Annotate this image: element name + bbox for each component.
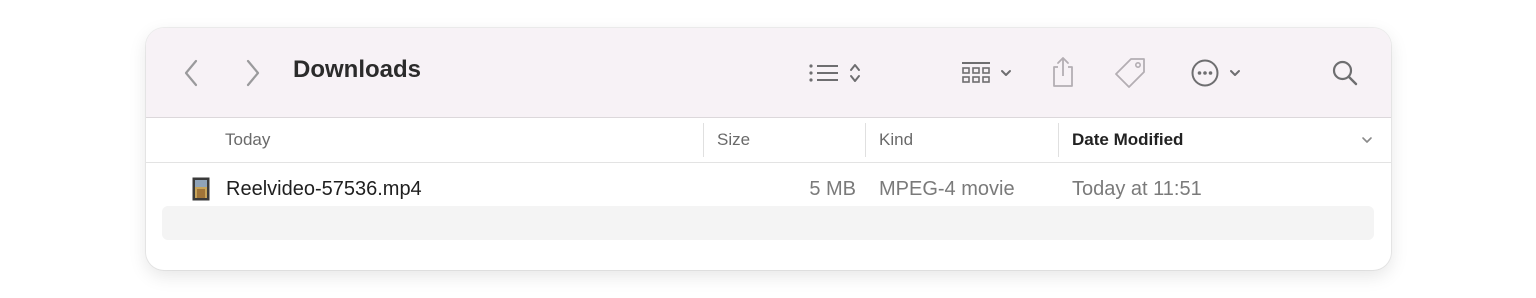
column-name-label: Today — [225, 130, 271, 149]
column-date-label: Date Modified — [1072, 130, 1184, 149]
search-icon — [1332, 60, 1358, 86]
chevron-left-icon — [184, 59, 198, 87]
ellipsis-circle-icon — [1191, 59, 1218, 87]
file-kind: MPEG-4 movie — [879, 177, 1015, 200]
column-kind[interactable]: Kind — [879, 118, 1049, 162]
tag-icon — [1115, 58, 1145, 88]
toolbar: Downloads — [146, 28, 1391, 118]
group-button[interactable] — [954, 56, 1018, 90]
empty-row — [162, 206, 1374, 240]
column-divider[interactable] — [1058, 123, 1059, 157]
column-header: Today Size Kind Date Modified — [146, 118, 1391, 163]
file-name-cell: Reelvideo-57536.mp4 — [192, 172, 692, 206]
column-kind-label: Kind — [879, 130, 914, 149]
column-size[interactable]: Size — [717, 118, 867, 162]
column-divider[interactable] — [865, 123, 866, 157]
back-button[interactable] — [176, 56, 206, 90]
more-actions-button[interactable] — [1184, 55, 1246, 91]
chevron-down-icon — [1001, 70, 1011, 76]
column-size-label: Size — [717, 130, 751, 149]
group-grid-icon — [962, 62, 990, 83]
share-icon — [1053, 57, 1073, 87]
file-size: 5 MB — [809, 177, 856, 200]
file-row[interactable]: Reelvideo-57536.mp4 5 MB MPEG-4 movie To… — [162, 172, 1374, 206]
file-name: Reelvideo-57536.mp4 — [226, 177, 422, 200]
list-view-icon — [809, 64, 838, 82]
share-button[interactable] — [1046, 52, 1080, 92]
updown-chevron-icon — [850, 64, 860, 82]
file-date: Today at 11:51 — [1072, 177, 1202, 200]
forward-button[interactable] — [238, 56, 268, 90]
view-mode-button[interactable] — [802, 56, 868, 90]
finder-window: Downloads Today Size Kind Date Modified … — [146, 28, 1391, 270]
chevron-down-icon — [1362, 137, 1372, 143]
column-name[interactable]: Today — [225, 118, 695, 162]
window-title: Downloads — [293, 56, 422, 83]
chevron-down-icon — [1229, 70, 1240, 76]
column-date-modified[interactable]: Date Modified — [1072, 118, 1372, 162]
sort-chevron-icon[interactable] — [1360, 134, 1374, 146]
search-button[interactable] — [1328, 56, 1362, 90]
chevron-right-icon — [246, 59, 260, 87]
column-divider[interactable] — [703, 123, 704, 157]
video-file-icon — [192, 177, 210, 201]
tag-button[interactable] — [1110, 54, 1150, 92]
